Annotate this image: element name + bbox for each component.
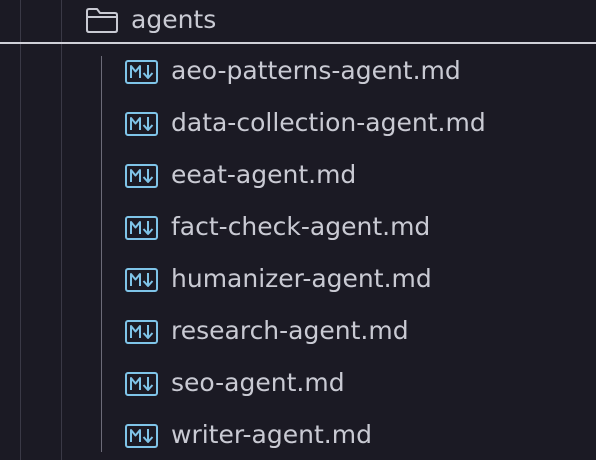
markdown-icon (125, 320, 158, 344)
folder-icon (85, 6, 119, 34)
markdown-icon (125, 164, 158, 188)
file-label: research-agent.md (171, 316, 409, 345)
file-explorer-tree: agents aeo-patterns-agent.md data-collec… (0, 0, 596, 460)
file-label: fact-check-agent.md (171, 212, 431, 241)
file-label: seo-agent.md (171, 368, 345, 397)
markdown-icon (125, 60, 158, 84)
file-label: humanizer-agent.md (171, 264, 432, 293)
file-row-aeo-patterns-agent[interactable]: aeo-patterns-agent.md (0, 46, 596, 98)
markdown-icon (125, 216, 158, 240)
file-row-seo-agent[interactable]: seo-agent.md (0, 358, 596, 410)
markdown-icon (125, 424, 158, 448)
file-label: writer-agent.md (171, 420, 372, 449)
file-row-research-agent[interactable]: research-agent.md (0, 306, 596, 358)
markdown-icon (125, 268, 158, 292)
file-label: data-collection-agent.md (171, 108, 486, 137)
file-row-fact-check-agent[interactable]: fact-check-agent.md (0, 202, 596, 254)
markdown-icon (125, 372, 158, 396)
folder-row-agents[interactable]: agents (0, 0, 596, 44)
file-label: aeo-patterns-agent.md (171, 56, 461, 85)
file-row-humanizer-agent[interactable]: humanizer-agent.md (0, 254, 596, 306)
file-row-data-collection-agent[interactable]: data-collection-agent.md (0, 98, 596, 150)
markdown-icon (125, 112, 158, 136)
file-row-eeat-agent[interactable]: eeat-agent.md (0, 150, 596, 202)
folder-label: agents (131, 5, 217, 34)
file-row-writer-agent[interactable]: writer-agent.md (0, 410, 596, 460)
file-label: eeat-agent.md (171, 160, 357, 189)
